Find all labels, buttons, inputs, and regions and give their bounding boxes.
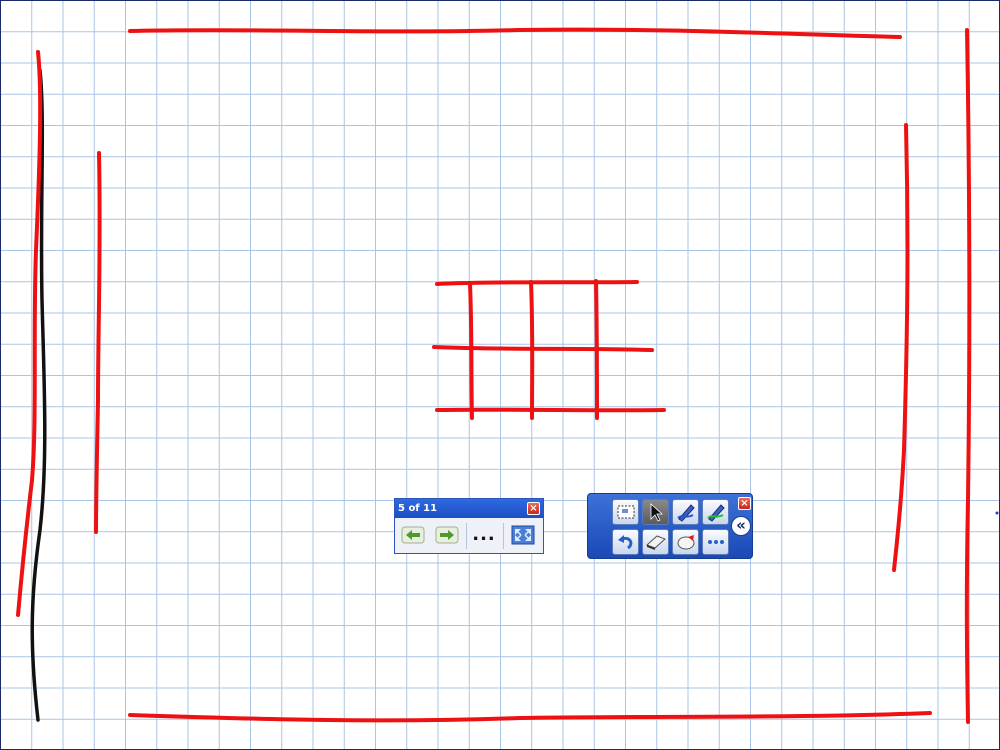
page-indicator: 5 of 11	[398, 503, 438, 514]
undo-icon	[617, 535, 632, 550]
more-options-button[interactable]: ...	[469, 521, 499, 549]
shapes-tool-button[interactable]	[672, 529, 699, 555]
eraser-tool-button[interactable]	[642, 529, 669, 555]
full-screen-button[interactable]	[508, 521, 538, 549]
pen-icon	[706, 504, 725, 522]
undo-button[interactable]	[612, 529, 639, 555]
whiteboard-canvas[interactable]	[0, 0, 1000, 750]
pen-icon	[676, 504, 695, 522]
collapse-toolbar-button[interactable]: «	[731, 516, 751, 536]
ink-stroke-bottom	[128, 711, 932, 723]
blue-pen-tool-button[interactable]	[672, 499, 699, 525]
ink-stroke-left-red	[16, 50, 43, 617]
ink-stroke-top	[128, 27, 902, 39]
toolbar-separator	[466, 523, 467, 549]
ink-grid-row-1	[435, 280, 639, 286]
shapes-icon	[677, 535, 694, 550]
ink-grid-row-2	[432, 345, 654, 352]
ink-stroke-far-right	[964, 28, 972, 724]
ink-grid-col-2	[529, 280, 535, 420]
ink-grid-col-1	[468, 282, 474, 420]
full-screen-icon	[511, 525, 535, 545]
ink-grid-col-3	[594, 279, 599, 420]
ellipsis-icon: ...	[472, 524, 496, 545]
capture-tool-button[interactable]	[612, 499, 639, 525]
drawing-tools-close-button[interactable]: ×	[738, 497, 751, 510]
ink-stroke-inner-left	[94, 151, 102, 534]
ellipsis-icon	[707, 540, 724, 544]
right-arrow-icon	[435, 526, 459, 544]
green-pen-tool-button[interactable]	[702, 499, 729, 525]
page-navigation-toolbar[interactable]: 5 of 11 × ...	[394, 498, 544, 554]
pointer-icon	[650, 503, 663, 522]
more-tools-button[interactable]	[702, 529, 729, 555]
left-arrow-icon	[401, 526, 425, 544]
next-page-button[interactable]	[432, 521, 462, 549]
select-tool-button[interactable]	[642, 499, 669, 525]
toolbar-separator	[503, 523, 504, 549]
eraser-icon	[645, 535, 666, 550]
capture-icon	[617, 505, 634, 519]
previous-page-button[interactable]	[398, 521, 428, 549]
drawing-tools-toolbar[interactable]: × «	[587, 493, 753, 559]
ink-dot	[995, 511, 999, 515]
ink-stroke-inner-right	[892, 123, 910, 572]
page-navigation-close-button[interactable]: ×	[527, 502, 540, 515]
page-navigation-titlebar[interactable]: 5 of 11 ×	[395, 499, 543, 518]
